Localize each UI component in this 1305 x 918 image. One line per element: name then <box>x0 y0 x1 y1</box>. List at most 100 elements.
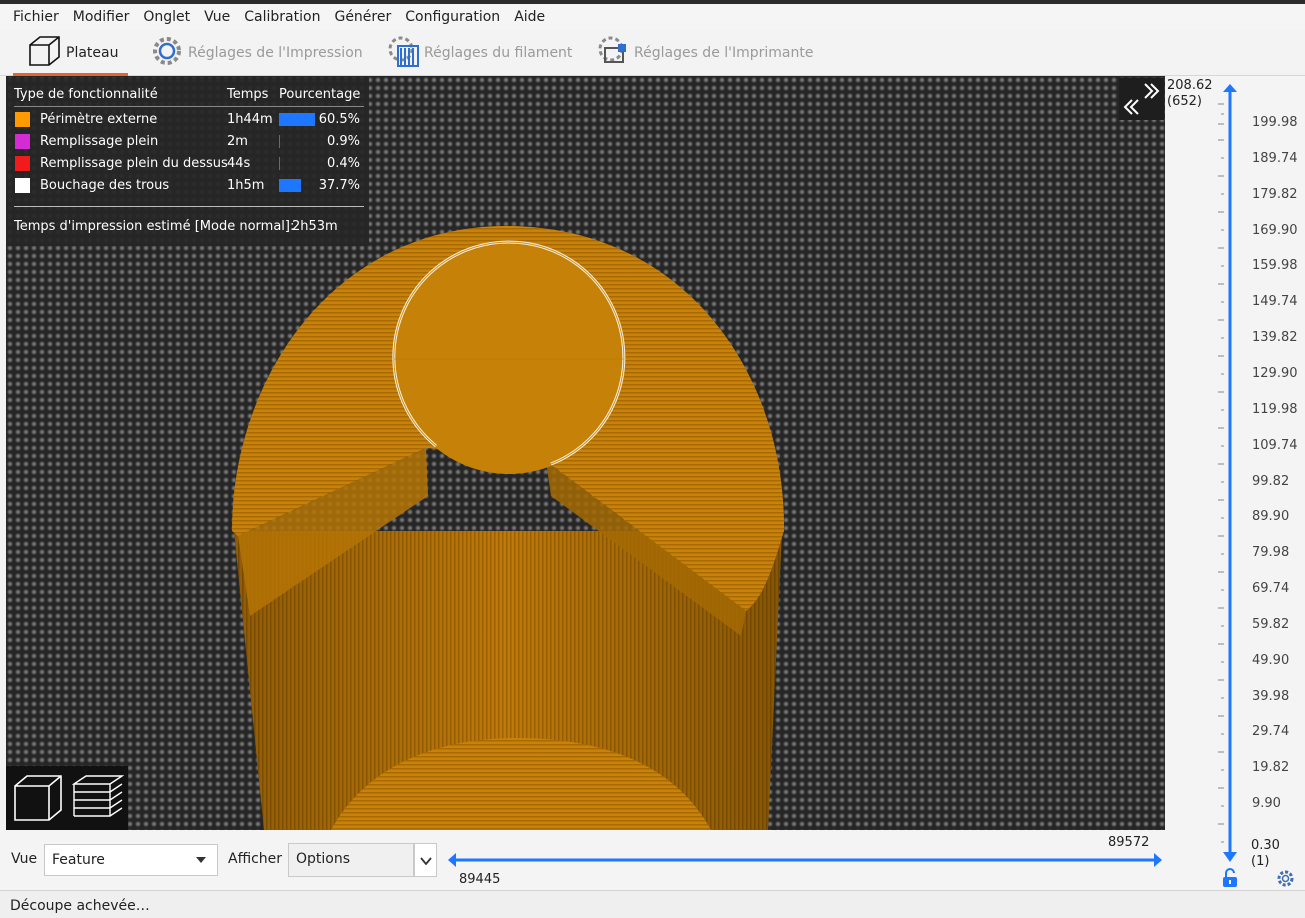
move-slider-right-handle[interactable] <box>1154 853 1162 867</box>
legend-percent-bar <box>279 113 315 126</box>
legend-header-divider <box>14 106 364 107</box>
3d-view-cube-icon[interactable] <box>12 772 64 828</box>
layer-tick-label: 159.98 <box>1252 258 1298 274</box>
legend-row: Bouchage des trous 1h5m 37.7% <box>6 175 369 197</box>
menu-fichier[interactable]: Fichier <box>6 4 66 30</box>
tab-printer-settings[interactable]: Réglages de l'Imprimante <box>596 30 814 76</box>
legend-percent-bar <box>279 157 280 170</box>
menu-aide[interactable]: Aide <box>507 4 552 30</box>
layer-tick-label: 169.90 <box>1252 222 1298 238</box>
layer-tick-label: 189.74 <box>1252 150 1298 166</box>
horizontal-move-slider[interactable] <box>448 852 1162 868</box>
legend-feature-time: 1h5m <box>227 178 265 193</box>
layer-tick-label: 179.82 <box>1252 186 1298 202</box>
layer-tick-label: 139.82 <box>1252 330 1298 346</box>
slider-settings-gear-icon[interactable] <box>1276 869 1295 892</box>
menu-modifier[interactable]: Modifier <box>66 4 137 30</box>
estimated-time-label: Temps d'impression estimé [Mode normal]: <box>14 219 295 234</box>
bottom-layer-number: (1) <box>1251 854 1270 869</box>
legend-percent-bar <box>279 179 302 192</box>
status-bar: Découpe achevée… <box>0 890 1305 918</box>
tab-bar: Plateau Réglages de l'Impression Réglage… <box>0 30 1305 76</box>
tab-plate[interactable]: Plateau <box>26 30 118 76</box>
layer-slider-top-readout: 208.62 (652) <box>1167 78 1213 110</box>
layer-tick-label: 49.90 <box>1252 652 1290 668</box>
layer-tick-label: 99.82 <box>1252 473 1290 489</box>
tab-print-settings-label: Réglages de l'Impression <box>188 45 363 61</box>
layer-tick-label: 39.98 <box>1252 688 1290 704</box>
collapse-sidebar-button[interactable] <box>1119 78 1164 120</box>
legend-feature-percent: 0.9% <box>326 134 360 149</box>
status-message: Découpe achevée… <box>10 898 150 914</box>
top-height-value: 208.62 <box>1167 78 1213 93</box>
legend-feature-name: Remplissage plein du dessus <box>40 156 228 171</box>
legend-feature-percent: 60.5% <box>318 112 360 127</box>
printer-icon <box>596 34 630 72</box>
legend-row: Remplissage plein du dessus 44s 0.4% <box>6 153 369 175</box>
legend-feature-time: 44s <box>227 156 251 171</box>
tab-filament-settings[interactable]: Réglages du filament <box>386 30 572 76</box>
legend-feature-name: Remplissage plein <box>40 134 159 149</box>
menu-calibration[interactable]: Calibration <box>237 4 327 30</box>
legend-row: Remplissage plein 2m 0.9% <box>6 131 369 153</box>
menu-configuration[interactable]: Configuration <box>398 4 507 30</box>
chevron-down-icon <box>196 857 206 863</box>
legend-row: Périmètre externe 1h44m 60.5% <box>6 109 369 131</box>
show-options-dropdown-button[interactable] <box>414 843 437 877</box>
layer-slider-bottom-readout: 0.30 (1) <box>1251 838 1280 870</box>
view-type-select[interactable]: Feature <box>44 844 218 876</box>
layer-tick-label: 129.90 <box>1252 365 1298 381</box>
tab-printer-settings-label: Réglages de l'Imprimante <box>634 45 814 61</box>
show-label: Afficher <box>228 851 283 867</box>
cube-icon <box>26 33 62 73</box>
layer-tick-label: 9.90 <box>1252 796 1281 812</box>
menu-onglet[interactable]: Onglet <box>136 4 197 30</box>
feature-legend-panel: Type de fonctionnalité Temps Pourcentage… <box>6 78 369 246</box>
filament-spool-icon <box>386 34 420 72</box>
move-slider-right-value: 89572 <box>1108 835 1150 850</box>
layer-tick-label: 59.82 <box>1252 616 1290 632</box>
tab-plate-label: Plateau <box>66 45 119 61</box>
legend-feature-name: Bouchage des trous <box>40 178 170 193</box>
show-options-value: Options <box>296 851 351 867</box>
layer-tick-label: 119.98 <box>1252 401 1298 417</box>
layer-tick-label: 19.82 <box>1252 760 1290 776</box>
view-mode-toggle <box>6 766 128 830</box>
legend-col-percent: Pourcentage <box>279 87 361 102</box>
estimated-time-value: 2h53m <box>292 219 338 234</box>
menu-generer[interactable]: Générer <box>327 4 398 30</box>
move-slider-left-handle[interactable] <box>448 853 456 867</box>
legend-feature-time: 2m <box>227 134 248 149</box>
layer-tick-label: 149.74 <box>1252 294 1298 310</box>
preview-bottom-bar: Vue Feature Afficher Options 89572 89445 <box>0 830 1165 890</box>
view-type-value: Feature <box>52 852 105 868</box>
tab-filament-settings-label: Réglages du filament <box>424 45 573 61</box>
layers-view-icon[interactable] <box>70 772 125 828</box>
menu-vue[interactable]: Vue <box>197 4 237 30</box>
legend-feature-percent: 37.7% <box>318 178 360 193</box>
legend-swatch <box>15 156 30 171</box>
legend-col-time: Temps <box>227 87 269 102</box>
legend-feature-name: Périmètre externe <box>40 112 158 127</box>
move-slider-left-value: 89445 <box>459 872 501 887</box>
layer-tick-label: 29.74 <box>1252 724 1290 740</box>
layer-tick-label: 69.74 <box>1252 581 1290 597</box>
double-chevron-icon <box>1123 83 1160 115</box>
legend-percent-bar <box>279 135 280 148</box>
legend-divider <box>14 206 364 207</box>
legend-swatch <box>15 112 30 127</box>
legend-col-type: Type de fonctionnalité <box>14 87 158 102</box>
layer-tick-label: 199.98 <box>1252 115 1298 130</box>
view-type-label: Vue <box>11 851 38 867</box>
vertical-layer-slider[interactable] <box>1210 84 1250 884</box>
layer-tick-label: 89.90 <box>1252 509 1290 525</box>
layer-tick-label: 79.98 <box>1252 545 1290 561</box>
slider-top-handle[interactable] <box>1223 84 1237 92</box>
menu-bar: Fichier Modifier Onglet Vue Calibration … <box>0 4 1305 30</box>
gear-icon <box>150 34 184 72</box>
tab-print-settings[interactable]: Réglages de l'Impression <box>150 30 363 76</box>
slider-bottom-handle[interactable] <box>1223 852 1237 862</box>
bottom-height-value: 0.30 <box>1251 838 1280 853</box>
unlock-icon[interactable] <box>1221 868 1239 892</box>
show-options-select[interactable]: Options <box>288 843 414 877</box>
